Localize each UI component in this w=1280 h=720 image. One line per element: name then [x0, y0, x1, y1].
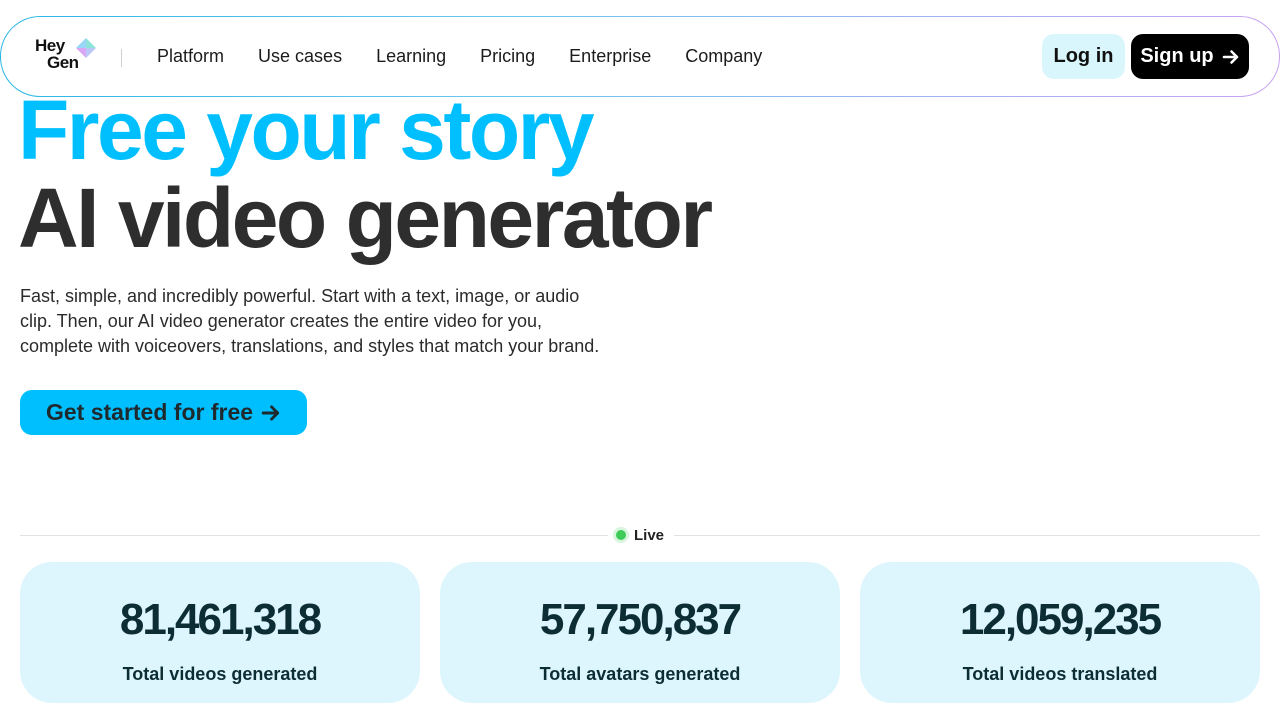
stat-label: Total avatars generated: [539, 664, 741, 684]
stat-value: 81,461,318: [119, 595, 322, 644]
logo-line-2: Gen: [47, 53, 79, 72]
logo-divider: [121, 49, 122, 67]
stat-card-avatars-generated: 57,750,837 Total avatars generated: [440, 562, 840, 703]
arrow-right-icon: [1222, 49, 1238, 64]
get-started-button[interactable]: Get started for free: [20, 390, 307, 435]
logo-mark-icon: [76, 38, 96, 58]
logo-line-1: Hey: [35, 36, 65, 55]
live-label: Live: [634, 526, 665, 544]
logo-wordmark: Hey Gen: [35, 37, 79, 71]
hero-description: Fast, simple, and incredibly powerful. S…: [20, 286, 600, 356]
hero-headline-main: AI video generator: [18, 171, 713, 265]
get-started-button-label: Get started for free: [45, 399, 254, 425]
stat-label: Total videos generated: [122, 664, 318, 684]
nav-item-use-cases[interactable]: Use cases: [258, 46, 342, 67]
stat-card-videos-generated: 81,461,318 Total videos generated: [20, 562, 420, 703]
nav-item-learning[interactable]: Learning: [376, 46, 446, 67]
hero-headline-accent: Free your story: [18, 83, 595, 177]
live-dot-icon: [616, 530, 626, 540]
live-indicator: Live: [608, 524, 675, 546]
stat-label: Total videos translated: [962, 664, 1158, 684]
heygen-logo[interactable]: Hey Gen: [35, 37, 97, 75]
nav-item-enterprise[interactable]: Enterprise: [569, 46, 651, 67]
stat-value: 57,750,837: [539, 595, 742, 644]
login-button[interactable]: Log in: [1042, 34, 1125, 79]
nav-item-pricing[interactable]: Pricing: [480, 46, 535, 67]
nav-item-platform[interactable]: Platform: [157, 46, 224, 67]
nav-item-company[interactable]: Company: [685, 46, 762, 67]
arrow-right-icon: [261, 404, 280, 421]
signup-button[interactable]: Sign up: [1131, 34, 1249, 79]
stat-value: 12,059,235: [959, 595, 1162, 644]
signup-button-label: Sign up: [1140, 45, 1214, 67]
stat-card-videos-translated: 12,059,235 Total videos translated: [860, 562, 1260, 703]
